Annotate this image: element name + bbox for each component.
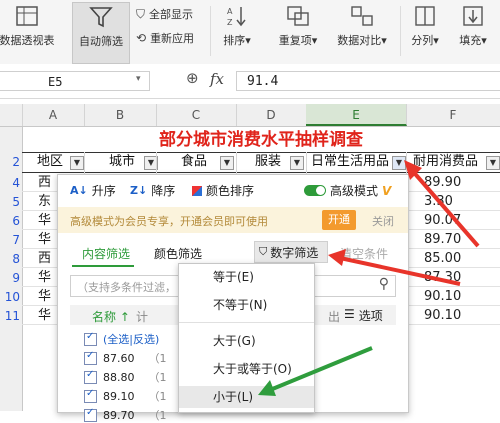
green-arrow-to-less-than: [258, 346, 373, 396]
red-arrow-to-number-filter: [328, 249, 461, 286]
red-arrow-to-dropdown: [404, 160, 480, 248]
annotation-arrows: [258, 160, 480, 396]
